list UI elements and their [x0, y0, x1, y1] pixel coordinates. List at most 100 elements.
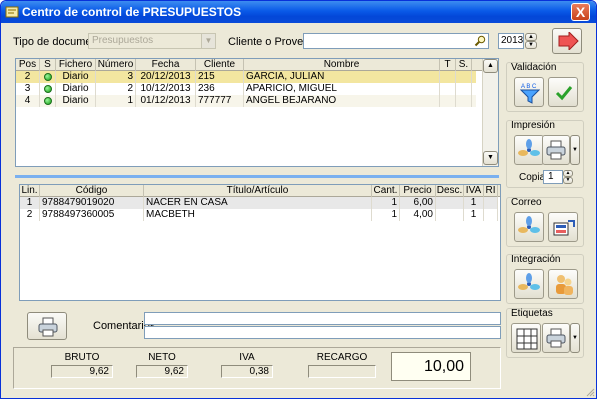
validation-group: Validación A B C	[506, 62, 584, 112]
cell-ri	[484, 197, 498, 209]
printer-icon	[546, 140, 566, 163]
cell-iva: 1	[464, 197, 484, 209]
year-up-button[interactable]: ▲	[525, 33, 537, 41]
print-label: Impresión	[511, 120, 555, 131]
validate-button[interactable]	[548, 77, 578, 107]
search-icon[interactable]	[474, 35, 487, 47]
cell-t	[440, 71, 456, 83]
labels-group: Etiquetas ▼	[506, 308, 584, 358]
lines-table: Lin. Código Título/Artículo Cant. Precio…	[19, 184, 501, 301]
col-header[interactable]: Pos	[16, 59, 40, 71]
col-header[interactable]: Cliente	[196, 59, 244, 71]
col-header[interactable]: Desc.	[436, 185, 464, 197]
cell-numero: 1	[96, 95, 136, 107]
send-email-button[interactable]	[548, 212, 578, 242]
copies-value: 1	[548, 171, 554, 182]
fan-icon	[518, 139, 540, 164]
validation-label: Validación	[511, 62, 557, 73]
cell-desc	[436, 209, 464, 221]
col-header[interactable]: S	[40, 59, 56, 71]
client-input[interactable]	[303, 33, 489, 49]
exit-arrow-icon	[557, 30, 579, 53]
cell-numero: 3	[96, 71, 136, 83]
col-header[interactable]: RI	[484, 185, 498, 197]
col-header[interactable]: Lin.	[20, 185, 40, 197]
col-header[interactable]: Fichero	[56, 59, 96, 71]
labels-options-dropdown[interactable]: ▼	[570, 323, 580, 353]
documents-scrollbar[interactable]: ▲ ▼	[482, 59, 498, 166]
col-header[interactable]: Título/Artículo	[144, 185, 372, 197]
labels-grid-button[interactable]	[511, 323, 541, 353]
cell-titulo: NACER EN CASA	[144, 197, 372, 209]
cell-cliente: 236	[196, 83, 244, 95]
cell-fecha: 01/12/2013	[136, 95, 196, 107]
year-down-button[interactable]: ▼	[525, 41, 537, 49]
neto-value: 9,62	[136, 365, 188, 378]
print-button[interactable]	[542, 135, 570, 165]
cell-t	[440, 83, 456, 95]
print-document-button[interactable]	[27, 312, 67, 340]
cell-fichero: Diario	[56, 83, 96, 95]
cell-pos: 3	[16, 83, 40, 95]
lines-table-header: Lin. Código Título/Artículo Cant. Precio…	[20, 185, 500, 197]
table-row[interactable]: 3 Diario 2 10/12/2013 236 APARICIO, MIGU…	[16, 83, 476, 95]
cell-cant: 1	[372, 197, 400, 209]
print-labels-button[interactable]	[542, 323, 570, 353]
copies-down-button[interactable]: ▼	[563, 177, 573, 184]
table-row[interactable]: 2 9788497360005 MACBETH 1 4,00 1	[20, 209, 498, 221]
table-row[interactable]: 1 9788479019020 NACER EN CASA 1 6,00 1	[20, 197, 498, 209]
chevron-down-icon[interactable]: ▼	[201, 34, 215, 48]
col-header[interactable]: Nombre	[244, 59, 440, 71]
print-preview-button[interactable]	[514, 135, 544, 165]
col-header[interactable]: Precio	[400, 185, 436, 197]
comments-input-2[interactable]	[144, 326, 501, 339]
iva-label: IVA	[239, 352, 255, 363]
bruto-label: BRUTO	[64, 352, 100, 363]
col-header[interactable]: S.	[456, 59, 472, 71]
col-header[interactable]: T	[440, 59, 456, 71]
cell-cant: 1	[372, 209, 400, 221]
cell-t	[440, 95, 456, 107]
users-icon	[553, 273, 575, 300]
print-options-dropdown[interactable]: ▼	[570, 135, 580, 165]
email-label: Correo	[511, 197, 542, 208]
col-header[interactable]: Código	[40, 185, 144, 197]
status-green-icon	[43, 73, 52, 81]
scroll-down-button[interactable]: ▼	[483, 151, 498, 165]
comments-input-1[interactable]	[144, 312, 501, 325]
cell-s	[456, 95, 472, 107]
year-field[interactable]: 2013	[498, 33, 524, 49]
bruto-value: 9,62	[51, 365, 113, 378]
documents-table-header: Pos S Fichero Número Fecha Cliente Nombr…	[16, 59, 498, 71]
email-group: Correo	[506, 197, 584, 247]
status-indicator	[40, 95, 56, 107]
splitter[interactable]	[15, 175, 499, 178]
exit-button[interactable]	[552, 28, 582, 54]
copies-up-button[interactable]: ▲	[563, 170, 573, 177]
doc-type-value: Presupuestos	[92, 35, 154, 46]
copies-input[interactable]: 1	[543, 170, 563, 184]
cell-numero: 2	[96, 83, 136, 95]
checkmark-icon	[555, 84, 573, 105]
cell-fichero: Diario	[56, 71, 96, 83]
col-header[interactable]: IVA	[464, 185, 484, 197]
table-row[interactable]: 4 Diario 1 01/12/2013 777777 ANGEL BEJAR…	[16, 95, 476, 107]
svg-text:A B C: A B C	[521, 84, 537, 90]
doc-type-select[interactable]: Presupuestos ▼	[88, 33, 216, 49]
email-preview-button[interactable]	[514, 212, 544, 242]
scroll-up-button[interactable]: ▲	[483, 59, 498, 73]
col-header[interactable]: Fecha	[136, 59, 196, 71]
close-button[interactable]: X	[571, 3, 590, 21]
filter-button[interactable]: A B C	[514, 77, 544, 107]
table-row[interactable]: 2 Diario 3 20/12/2013 215 GARCIA, JULIAN	[16, 71, 476, 83]
integrate-button[interactable]	[548, 269, 578, 299]
resize-grip[interactable]	[585, 387, 595, 397]
cell-fichero: Diario	[56, 95, 96, 107]
col-header[interactable]: Cant.	[372, 185, 400, 197]
integration-preview-button[interactable]	[514, 269, 544, 299]
col-header[interactable]: Número	[96, 59, 136, 71]
year-value: 2013	[501, 35, 524, 46]
print-group: Impresión ▼ Copias 1 ▲ ▼	[506, 120, 584, 188]
cell-iva: 1	[464, 209, 484, 221]
window-title: Centro de control de PRESUPUESTOS	[22, 5, 242, 19]
